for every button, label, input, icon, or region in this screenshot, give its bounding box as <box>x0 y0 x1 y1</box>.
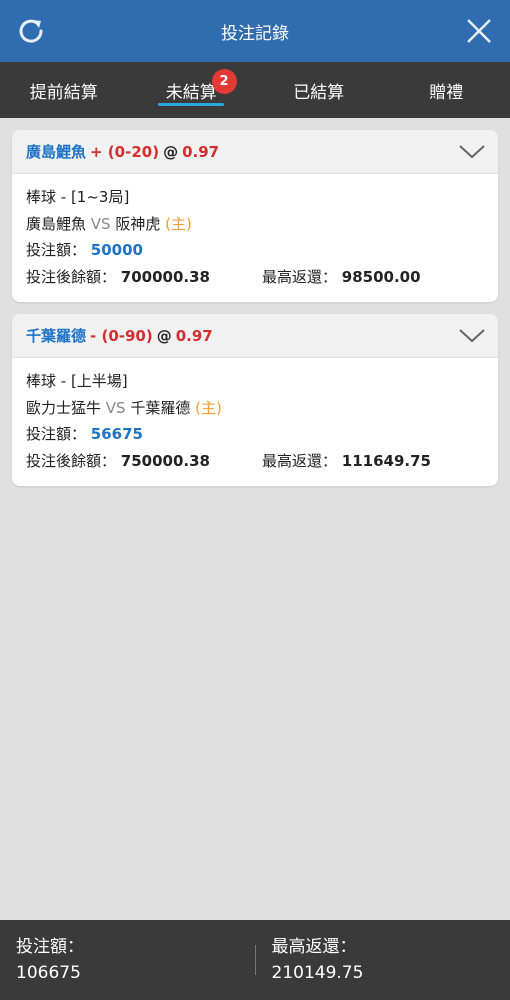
home-mark: (主) <box>195 398 222 417</box>
bet-card: 千葉羅德 - (0-90) @ 0.97 棒球 - [上半場] 歐力士猛牛 VS… <box>12 314 498 486</box>
home-team: 廣島鯉魚 <box>26 214 87 233</box>
matchup: 歐力士猛牛 VS 千葉羅德 (主) <box>26 395 484 422</box>
balance-row: 投注後餘額： 700000.38 最高返還： 98500.00 <box>26 264 484 291</box>
bet-odds: 0.97 <box>182 142 220 161</box>
summary-footer: 投注額： 106675 最高返還： 210149.75 <box>0 920 510 1000</box>
home-team: 歐力士猛牛 <box>26 398 102 417</box>
total-return: 最高返還： 210149.75 <box>256 934 510 986</box>
stake-label: 投注額： <box>26 241 87 259</box>
sport-line: 棒球 - [1~3局] <box>26 188 130 206</box>
bet-handicap: + (0-20) <box>90 142 160 161</box>
away-team: 阪神虎 <box>115 214 161 233</box>
matchup: 廣島鯉魚 VS 阪神虎 (主) <box>26 211 484 238</box>
stake-value: 50000 <box>90 241 143 259</box>
bet-card-body: 棒球 - [1~3局] 廣島鯉魚 VS 阪神虎 (主) 投注額： 50000 投… <box>12 174 498 302</box>
home-mark: (主) <box>165 214 192 233</box>
at-sign: @ <box>163 142 179 161</box>
total-stake-label: 投注額： <box>16 937 84 957</box>
stake-row: 投注額： 56675 <box>26 421 484 448</box>
tab-gifts[interactable]: 贈禮 <box>383 62 510 118</box>
bet-card-body: 棒球 - [上半場] 歐力士猛牛 VS 千葉羅德 (主) 投注額： 56675 … <box>12 358 498 486</box>
balance-row: 投注後餘額： 750000.38 最高返還： 111649.75 <box>26 448 484 475</box>
bet-odds: 0.97 <box>175 326 213 345</box>
balance-label: 投注後餘額： <box>26 267 117 286</box>
total-stake-value: 106675 <box>16 963 81 983</box>
close-icon[interactable] <box>462 14 496 48</box>
page-title: 投注記錄 <box>221 23 289 44</box>
vs-label: VS <box>90 214 111 233</box>
tab-label: 贈禮 <box>429 82 464 103</box>
max-return-value: 98500.00 <box>341 267 421 286</box>
total-return-label: 最高返還： <box>271 937 357 957</box>
tab-label: 已結算 <box>293 82 345 103</box>
max-return-value: 111649.75 <box>341 451 431 470</box>
balance-label: 投注後餘額： <box>26 451 117 470</box>
tab-unsettled[interactable]: 未結算 2 <box>128 62 256 118</box>
tab-label: 未結算 <box>165 82 217 103</box>
bet-team: 廣島鯉魚 <box>26 143 87 161</box>
total-stake: 投注額： 106675 <box>0 934 255 986</box>
vs-label: VS <box>105 398 126 417</box>
bet-card: 廣島鯉魚 + (0-20) @ 0.97 棒球 - [1~3局] 廣島鯉魚 VS… <box>12 130 498 302</box>
max-return-label: 最高返還： <box>262 267 338 286</box>
chevron-down-icon[interactable] <box>458 324 486 346</box>
chevron-down-icon[interactable] <box>458 140 486 162</box>
balance-value: 750000.38 <box>120 451 210 470</box>
tab-bar: 提前結算 未結算 2 已結算 贈禮 <box>0 62 510 118</box>
stake-label: 投注額： <box>26 425 87 443</box>
bet-team: 千葉羅德 <box>26 327 87 345</box>
bet-handicap: - (0-90) <box>90 326 153 345</box>
tab-label: 提前結算 <box>29 82 98 103</box>
tab-settled[interactable]: 已結算 <box>255 62 383 118</box>
balance-value: 700000.38 <box>120 267 210 286</box>
at-sign: @ <box>156 326 172 345</box>
count-badge: 2 <box>211 69 237 94</box>
max-return-label: 最高返還： <box>262 451 338 470</box>
tab-early-settle[interactable]: 提前結算 <box>0 62 128 118</box>
bet-card-header[interactable]: 廣島鯉魚 + (0-20) @ 0.97 <box>12 130 498 174</box>
stake-value: 56675 <box>90 425 143 443</box>
away-team: 千葉羅德 <box>130 398 191 417</box>
total-return-value: 210149.75 <box>271 963 364 983</box>
bet-card-header[interactable]: 千葉羅德 - (0-90) @ 0.97 <box>12 314 498 358</box>
bet-list: 廣島鯉魚 + (0-20) @ 0.97 棒球 - [1~3局] 廣島鯉魚 VS… <box>12 130 498 498</box>
sport-line: 棒球 - [上半場] <box>26 372 128 390</box>
refresh-icon[interactable] <box>14 14 48 48</box>
active-tab-indicator <box>158 103 225 106</box>
stake-row: 投注額： 50000 <box>26 237 484 264</box>
app-header: 投注記錄 <box>0 0 510 62</box>
